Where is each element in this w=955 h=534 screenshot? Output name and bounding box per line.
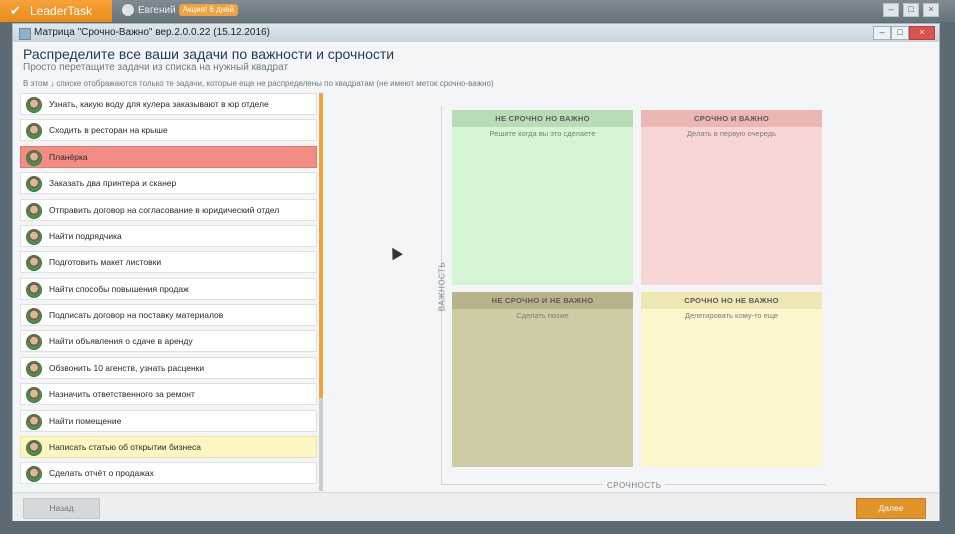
task-item[interactable]: Подписать договор на поставку материалов bbox=[20, 304, 317, 326]
app-minimize-button[interactable]: – bbox=[883, 3, 899, 17]
quadrant-urgent-important[interactable]: СРОЧНО И ВАЖНО Делать в первую очередь bbox=[641, 110, 822, 285]
quadrant-title: НЕ СРОЧНО И НЕ ВАЖНО bbox=[452, 292, 633, 309]
avatar-icon bbox=[26, 255, 42, 271]
maximize-button[interactable]: □ bbox=[891, 26, 909, 40]
scrollbar-thumb[interactable] bbox=[319, 93, 323, 398]
avatar-icon bbox=[26, 414, 42, 430]
task-item[interactable]: Обзвонить 10 агенств, узнать расценки bbox=[20, 357, 317, 379]
quadrant-subtitle: Сделать позже bbox=[516, 311, 569, 320]
quadrant-urgent-not-important[interactable]: СРОЧНО НО НЕ ВАЖНО Делегировать кому-то … bbox=[641, 292, 822, 467]
quadrant-title: НЕ СРОЧНО НО ВАЖНО bbox=[452, 110, 633, 127]
app-logo[interactable]: ✔ LeaderTask bbox=[0, 0, 112, 22]
avatar-icon bbox=[26, 308, 42, 324]
avatar-icon bbox=[26, 150, 42, 166]
dialog-footer: Назад Далее bbox=[13, 492, 939, 521]
page-subheading: Просто перетащите задачи из списка на ну… bbox=[23, 62, 289, 73]
user-icon bbox=[122, 4, 134, 17]
task-item[interactable]: Сходить в ресторан на крыше bbox=[20, 119, 317, 141]
quadrant-subtitle: Делать в первую очередь bbox=[686, 129, 777, 138]
app-maximize-button[interactable]: □ bbox=[903, 3, 919, 17]
user-name: Евгений bbox=[138, 5, 176, 16]
task-label: Сходить в ресторан на крыше bbox=[49, 125, 168, 135]
avatar-icon bbox=[26, 334, 42, 350]
task-item[interactable]: Найти объявления о сдаче в аренду bbox=[20, 330, 317, 352]
app-close-button[interactable]: × bbox=[923, 3, 939, 17]
task-item[interactable]: Найти подрядчика bbox=[20, 225, 317, 247]
dialog-title: Матрица "Срочно-Важно" вер.2.0.0.22 (15.… bbox=[34, 27, 270, 38]
task-item[interactable]: Подготовить макет листовки bbox=[20, 251, 317, 273]
task-label: Написать статью об открытии бизнеса bbox=[49, 442, 201, 452]
quadrant-not-urgent-not-important[interactable]: НЕ СРОЧНО И НЕ ВАЖНО Сделать позже bbox=[452, 292, 633, 467]
task-item[interactable]: Узнать, какую воду для кулера заказывают… bbox=[20, 93, 317, 115]
task-item[interactable]: Сделать отчёт о продажах bbox=[20, 462, 317, 484]
avatar-icon bbox=[26, 97, 42, 113]
task-item[interactable]: Найти способы повышения продаж bbox=[20, 278, 317, 300]
task-label: Планёрка bbox=[49, 152, 88, 162]
task-label: Подписать договор на поставку материалов bbox=[49, 310, 224, 320]
page-heading: Распределите все ваши задачи по важности… bbox=[23, 46, 395, 62]
task-item-selected[interactable]: Планёрка bbox=[20, 146, 317, 168]
task-label: Отправить договор на согласование в юрид… bbox=[49, 205, 280, 215]
task-label: Назначить ответственного за ремонт bbox=[49, 389, 195, 399]
quadrant-subtitle: Решите когда вы это сделаете bbox=[489, 129, 596, 138]
window-icon bbox=[19, 28, 31, 40]
avatar-icon bbox=[26, 282, 42, 298]
quadrant-subtitle: Делегировать кому-то еще bbox=[684, 311, 779, 320]
task-label: Заказать два принтера и сканер bbox=[49, 178, 177, 188]
task-label: Узнать, какую воду для кулера заказывают… bbox=[49, 99, 269, 109]
app-toolbar: ✔ LeaderTask Евгений Акция! 6 дней – □ × bbox=[0, 0, 955, 22]
dialog-titlebar[interactable]: Матрица "Срочно-Важно" вер.2.0.0.22 (15.… bbox=[13, 24, 939, 42]
next-button[interactable]: Далее bbox=[856, 498, 926, 519]
app-name: LeaderTask bbox=[30, 4, 93, 18]
user-menu[interactable]: Евгений Акция! 6 дней bbox=[122, 4, 239, 18]
task-label: Найти способы повышения продаж bbox=[49, 284, 189, 294]
close-button[interactable]: × bbox=[909, 26, 935, 40]
importance-axis-label: ВАЖНОСТЬ bbox=[437, 261, 447, 312]
task-label: Подготовить макет листовки bbox=[49, 257, 162, 267]
avatar-icon bbox=[26, 440, 42, 456]
quadrant-title: СРОЧНО НО НЕ ВАЖНО bbox=[641, 292, 822, 309]
task-label: Найти подрядчика bbox=[49, 231, 122, 241]
task-item[interactable]: Заказать два принтера и сканер bbox=[20, 172, 317, 194]
task-label: Сделать отчёт о продажах bbox=[49, 468, 154, 478]
mouse-cursor-icon bbox=[387, 244, 403, 261]
avatar-icon bbox=[26, 387, 42, 403]
task-label: Обзвонить 10 агенств, узнать расценки bbox=[49, 363, 205, 373]
task-item[interactable]: Назначить ответственного за ремонт bbox=[20, 383, 317, 405]
task-label: Найти помещение bbox=[49, 416, 122, 426]
scrollbar-track[interactable] bbox=[319, 398, 323, 491]
avatar-icon bbox=[26, 203, 42, 219]
matrix-dialog: Матрица "Срочно-Важно" вер.2.0.0.22 (15.… bbox=[12, 23, 940, 521]
task-item[interactable]: Отправить договор на согласование в юрид… bbox=[20, 199, 317, 221]
avatar-icon bbox=[26, 229, 42, 245]
avatar-icon bbox=[26, 361, 42, 377]
quadrant-not-urgent-important[interactable]: НЕ СРОЧНО НО ВАЖНО Решите когда вы это с… bbox=[452, 110, 633, 285]
promo-badge[interactable]: Акция! 6 дней bbox=[178, 4, 239, 17]
task-item[interactable]: Написать статью об открытии бизнеса bbox=[20, 436, 317, 458]
list-hint: В этом ↓ списке отображаются только те з… bbox=[23, 79, 494, 88]
avatar-icon bbox=[26, 123, 42, 139]
urgency-axis-label: СРОЧНОСТЬ bbox=[603, 481, 666, 490]
checkmark-icon: ✔ bbox=[10, 3, 21, 18]
back-button[interactable]: Назад bbox=[23, 498, 100, 519]
minimize-button[interactable]: – bbox=[873, 26, 891, 40]
quadrant-title: СРОЧНО И ВАЖНО bbox=[641, 110, 822, 127]
avatar-icon bbox=[26, 176, 42, 192]
task-item[interactable]: Найти помещение bbox=[20, 410, 317, 432]
task-label: Найти объявления о сдаче в аренду bbox=[49, 336, 193, 346]
avatar-icon bbox=[26, 466, 42, 482]
task-list[interactable]: Узнать, какую воду для кулера заказывают… bbox=[20, 93, 318, 491]
